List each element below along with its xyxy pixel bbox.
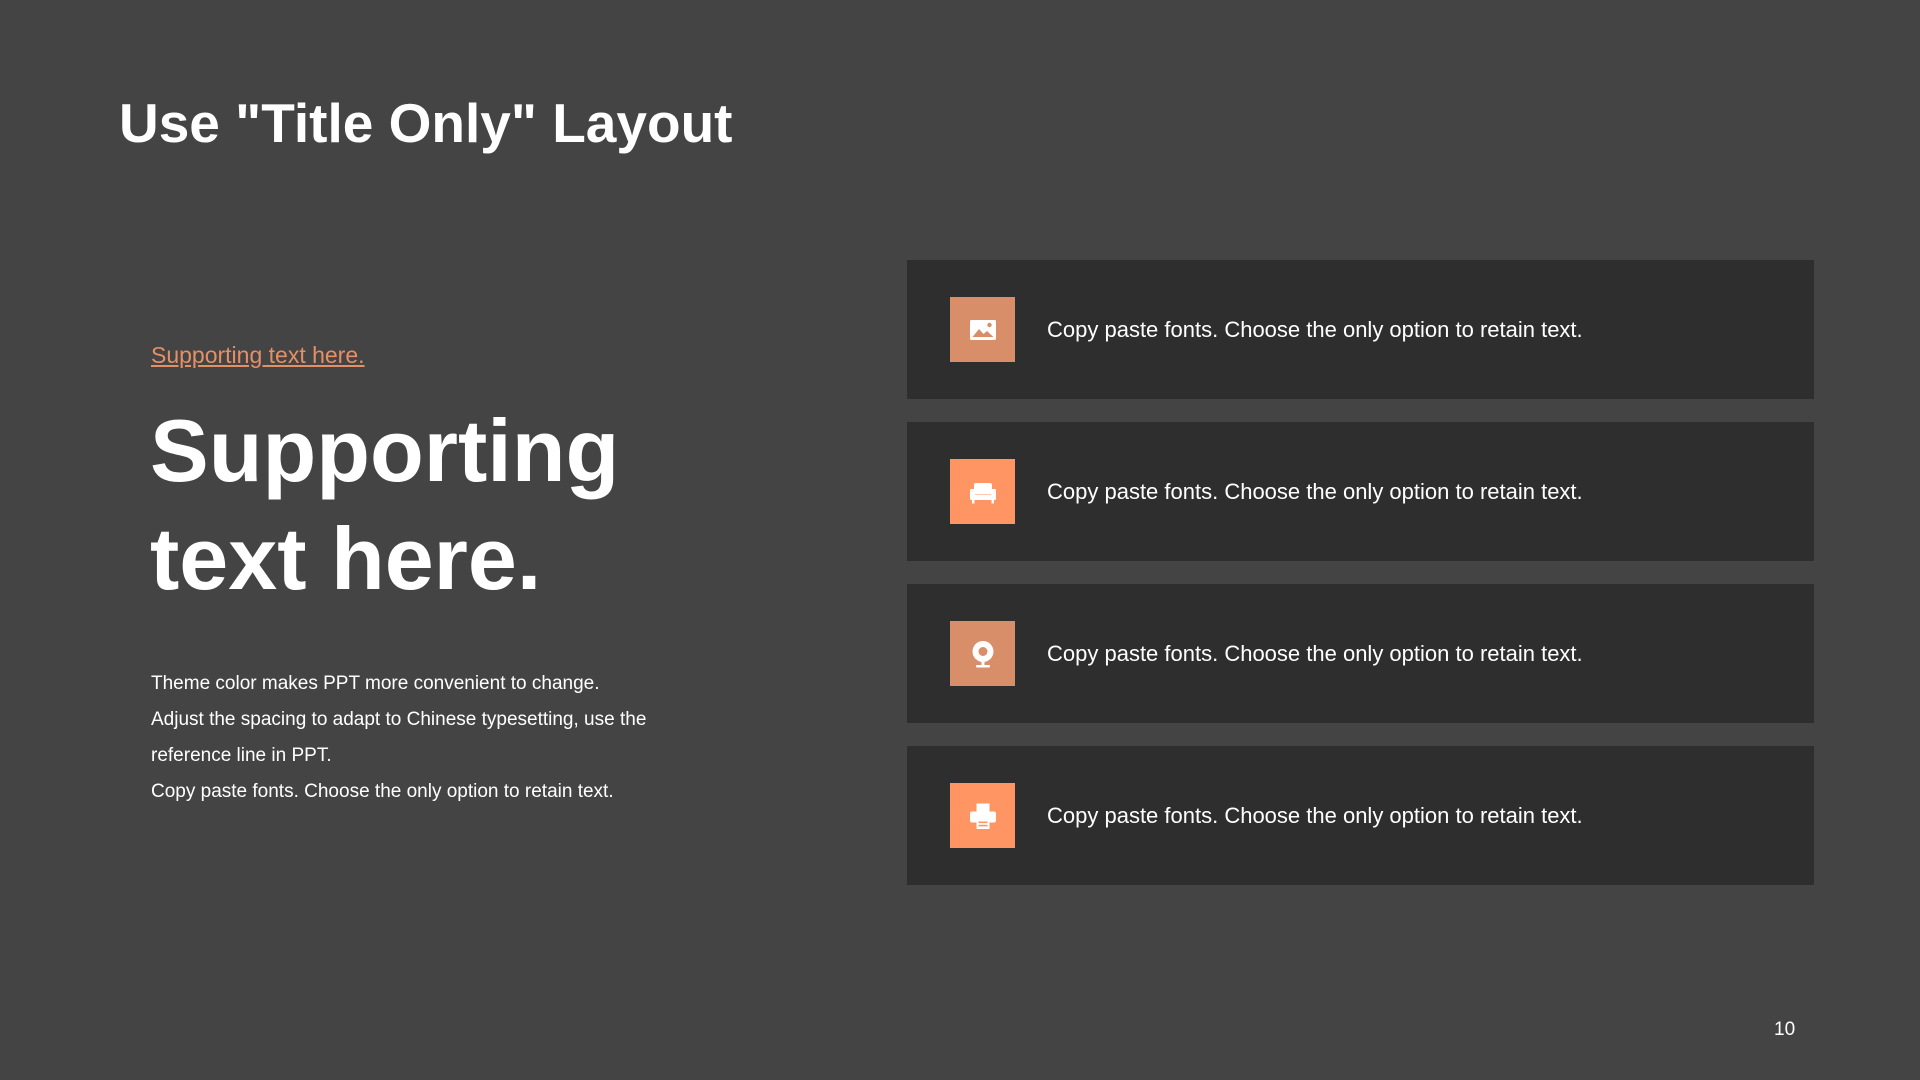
image-icon [950,297,1015,362]
body-line: Theme color makes PPT more convenient to… [151,673,600,694]
feature-text: Copy paste fonts. Choose the only option… [1047,640,1583,666]
feature-card: Copy paste fonts. Choose the only option… [907,260,1814,399]
feature-card: Copy paste fonts. Choose the only option… [907,746,1814,885]
body-line: Copy paste fonts. Choose the only option… [151,781,614,802]
body-line: Adjust the spacing to adapt to Chinese t… [151,709,647,730]
feature-text: Copy paste fonts. Choose the only option… [1047,478,1583,504]
body-line: reference line in PPT. [151,745,332,766]
feature-text: Copy paste fonts. Choose the only option… [1047,316,1583,342]
page-number: 10 [1774,1019,1796,1040]
headline: Supporting text here. [150,401,620,608]
feature-text: Copy paste fonts. Choose the only option… [1047,802,1583,828]
supporting-link[interactable]: Supporting text here. [151,340,365,370]
printer-icon [950,783,1015,848]
slide-title: Use "Title Only" Layout [119,92,733,154]
feature-card: Copy paste fonts. Choose the only option… [907,584,1814,723]
body-text: Theme color makes PPT more convenient to… [151,666,711,810]
feature-card: Copy paste fonts. Choose the only option… [907,422,1814,561]
webcam-icon [950,621,1015,686]
sofa-icon [950,459,1015,524]
feature-list: Copy paste fonts. Choose the only option… [907,260,1814,908]
